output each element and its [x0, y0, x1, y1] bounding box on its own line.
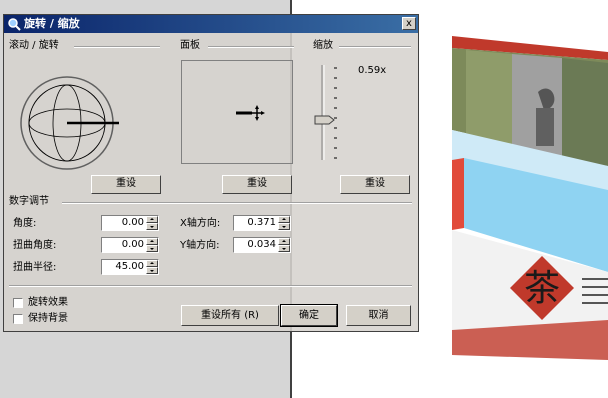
rotate-scale-dialog: 旋转 / 缩放 x 滚动 / 旋转 面板 缩放 0.59x 重设 重设 重设 数… [3, 14, 419, 332]
x-direction-label: X轴方向: [180, 218, 221, 229]
spin-up-button[interactable] [278, 238, 290, 245]
scale-slider-thumb[interactable] [314, 115, 335, 125]
ok-button[interactable]: 确定 [280, 304, 338, 327]
distort-radius-input[interactable]: 45.00 [101, 259, 159, 275]
angle-label: 角度: [13, 218, 37, 229]
dialog-titlebar[interactable]: 旋转 / 缩放 x [4, 15, 418, 33]
distort-radius-label: 扭曲半径: [13, 262, 57, 273]
distort-angle-input[interactable]: 0.00 [101, 237, 159, 253]
reset-all-button[interactable]: 重设所有 (R) [181, 305, 279, 326]
reset-panel-button[interactable]: 重设 [222, 175, 292, 194]
close-button[interactable]: x [402, 17, 416, 30]
group-divider [339, 46, 411, 48]
angle-input[interactable]: 0.00 [101, 215, 159, 231]
spin-up-button[interactable] [146, 216, 158, 223]
group-label-numeric: 数字调节 [9, 196, 49, 207]
spin-down-button[interactable] [278, 223, 290, 230]
group-divider [62, 202, 412, 204]
offset-panel[interactable] [181, 60, 293, 164]
distort-angle-label: 扭曲角度: [13, 240, 57, 251]
spin-down-button[interactable] [146, 245, 158, 252]
group-label-scale: 缩放 [313, 40, 333, 51]
rotation-dial[interactable] [19, 75, 119, 175]
tea-character: 茶 [524, 268, 560, 309]
move-handle-icon[interactable] [232, 103, 272, 123]
spin-up-button[interactable] [146, 238, 158, 245]
group-label-panel: 面板 [180, 40, 200, 51]
spin-down-button[interactable] [278, 245, 290, 252]
spin-up-button[interactable] [146, 260, 158, 267]
spin-down-button[interactable] [146, 223, 158, 230]
reset-scale-button[interactable]: 重设 [340, 175, 410, 194]
cancel-button[interactable]: 取消 [346, 305, 411, 326]
dialog-title: 旋转 / 缩放 [24, 17, 80, 30]
group-label-rotate: 滚动 / 旋转 [9, 40, 59, 51]
bottom-divider [9, 285, 412, 287]
keep-background-label[interactable]: 保持背景 [28, 313, 68, 325]
group-divider [208, 46, 294, 48]
x-direction-input[interactable]: 0.371 [233, 215, 291, 231]
spin-down-button[interactable] [146, 267, 158, 274]
group-divider [74, 46, 160, 48]
magnifier-icon [8, 18, 21, 31]
keep-background-checkbox[interactable] [13, 314, 23, 324]
y-direction-label: Y轴方向: [180, 240, 220, 251]
reset-rotate-button[interactable]: 重设 [91, 175, 161, 194]
swirl-effect-label[interactable]: 旋转效果 [28, 297, 68, 309]
y-direction-input[interactable]: 0.034 [233, 237, 291, 253]
swirl-effect-checkbox[interactable] [13, 298, 23, 308]
rotated-poster-image: 茶 [452, 36, 608, 360]
scale-slider[interactable] [314, 60, 344, 170]
scale-value: 0.59x [358, 65, 387, 76]
spin-up-button[interactable] [278, 216, 290, 223]
